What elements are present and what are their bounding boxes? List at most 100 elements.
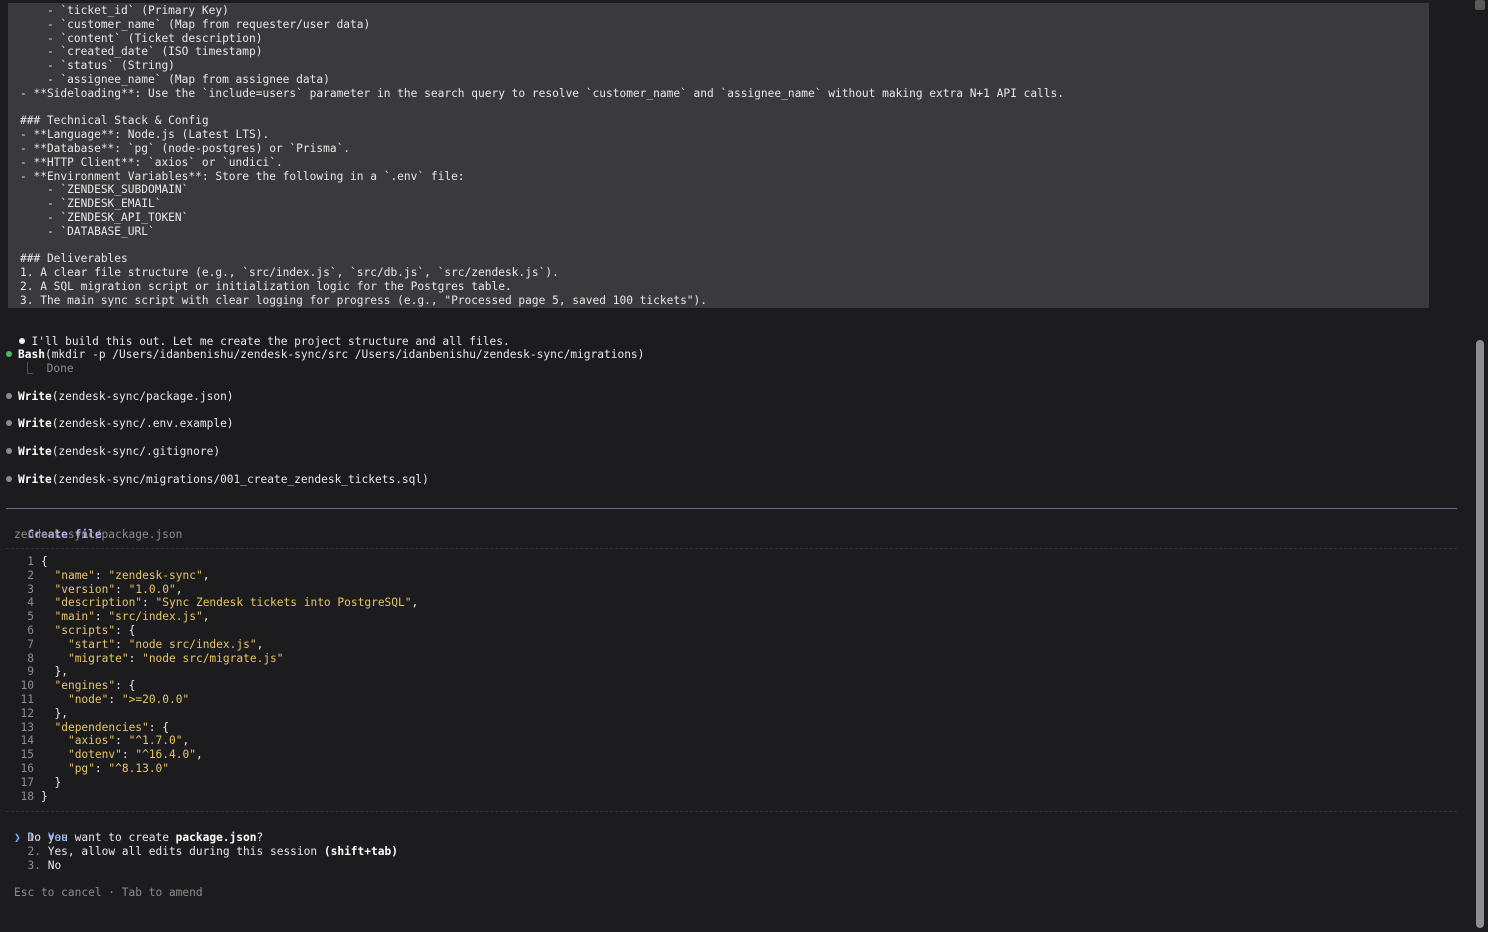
line-number: 8 xyxy=(27,651,34,665)
prompt-line: ### Deliverables xyxy=(20,252,128,266)
tool-args: (zendesk-sync/package.json) xyxy=(51,390,234,403)
tool-args: (zendesk-sync/.gitignore) xyxy=(51,445,221,458)
tool-call-write: Write(zendesk-sync/migrations/001_create… xyxy=(6,473,429,487)
line-number: 16 xyxy=(20,762,34,775)
status-dot-icon xyxy=(6,393,12,399)
prompt-line: - `ZENDESK_API_TOKEN` xyxy=(20,211,189,224)
create-file-path: zendesk-sync/package.json xyxy=(14,528,183,541)
prompt-line: - `ZENDESK_EMAIL` xyxy=(20,197,162,211)
tool-call-write: Write(zendesk-sync/.env.example) xyxy=(6,417,234,431)
code-line: 17 } xyxy=(14,775,62,790)
status-dot-icon xyxy=(6,351,12,357)
choice-number: 1. xyxy=(27,831,48,844)
line-number: 6 xyxy=(27,624,34,637)
choice-marker xyxy=(14,859,27,872)
code-line: 6 "scripts": { xyxy=(14,624,135,638)
code-line: 3 "version": "1.0.0", xyxy=(14,582,182,597)
code-line: 16 "pg": "^8.13.0" xyxy=(14,762,170,776)
line-number: 2 xyxy=(27,568,34,582)
code-line: 14 "axios": "^1.7.0", xyxy=(14,734,190,748)
scrollbar-thumb[interactable] xyxy=(1476,340,1484,928)
line-number: 4 xyxy=(27,596,34,610)
prompt-line: - `assignee_name` (Map from assignee dat… xyxy=(20,73,330,86)
tool-args: (mkdir -p /Users/idanbenishu/zendesk-syn… xyxy=(44,348,645,361)
status-dot-icon xyxy=(6,420,12,426)
choice-2[interactable]: 2. Yes, allow all edits during this sess… xyxy=(14,844,398,859)
code-divider-top xyxy=(6,548,1457,550)
tool-args: (zendesk-sync/.env.example) xyxy=(51,417,234,430)
prompt-line: 3. The main sync script with clear loggi… xyxy=(20,293,708,307)
prompt-line: - `customer_name` (Map from requester/us… xyxy=(20,17,371,31)
footer-hint: Esc to cancel · Tab to amend xyxy=(14,886,203,899)
scrollbar-track[interactable] xyxy=(1474,0,1488,932)
prompt-line: - `ticket_id` (Primary Key) xyxy=(20,4,229,17)
prompt-line: - **Database**: `pg` (node-postgres) or … xyxy=(20,142,351,155)
code-line: 12 }, xyxy=(14,707,68,721)
choice-3[interactable]: 3. No xyxy=(14,859,61,873)
scrollbar-up-button[interactable] xyxy=(1475,0,1485,10)
status-dot-icon xyxy=(6,448,12,454)
prompt-line: - **Environment Variables**: Store the f… xyxy=(20,169,465,183)
line-number: 1 xyxy=(27,555,34,568)
code-line: 8 "migrate": "node src/migrate.js" xyxy=(14,651,283,666)
line-number: 14 xyxy=(20,734,34,748)
line-number: 3 xyxy=(27,582,34,596)
choice-marker xyxy=(14,845,27,858)
assistant-message: I'll build this out. Let me create the p… xyxy=(6,321,510,348)
code-line: 10 "engines": { xyxy=(14,679,136,693)
prompt-line: 1. A clear file structure (e.g., `src/in… xyxy=(20,266,559,280)
prompt-line: - `status` (String) xyxy=(20,59,175,73)
choice-number: 2. xyxy=(27,844,48,858)
line-number: 13 xyxy=(20,720,34,734)
prompt-line: - `ZENDESK_SUBDOMAIN` xyxy=(20,183,189,197)
code-line: 11 "node": ">=20.0.0" xyxy=(14,693,190,707)
line-number: 5 xyxy=(27,610,34,624)
code-line: 1{ xyxy=(14,555,48,569)
tool-name: Write xyxy=(18,445,52,458)
prompt-line: ### Technical Stack & Config xyxy=(20,114,209,128)
tool-name: Write xyxy=(18,473,52,486)
line-number: 17 xyxy=(20,775,34,789)
line-number: 18 xyxy=(20,789,34,803)
permission-question: Do you want to create package.json? xyxy=(27,831,264,844)
choice-1[interactable]: ❯ 1. Yes xyxy=(14,831,68,845)
code-line: 2 "name": "zendesk-sync", xyxy=(14,569,209,583)
code-line: 7 "start": "node src/index.js", xyxy=(14,638,263,652)
section-divider xyxy=(6,508,1457,509)
line-number: 9 xyxy=(27,665,34,679)
tool-name: Write xyxy=(18,390,52,403)
tool-call-bash: Bash(mkdir -p /Users/idanbenishu/zendesk… xyxy=(6,348,644,362)
prompt-line: - **Language**: Node.js (Latest LTS). xyxy=(20,128,270,142)
code-line: 4 "description": "Sync Zendesk tickets i… xyxy=(14,596,418,610)
choice-number: 3. xyxy=(27,858,48,872)
line-number: 10 xyxy=(20,679,34,693)
prompt-line: 2. A SQL migration script or initializat… xyxy=(20,280,512,293)
choice-label: Yes, allow all edits during this session xyxy=(47,844,324,858)
tool-call-write: Write(zendesk-sync/package.json) xyxy=(6,390,234,404)
create-file-title: Create file xyxy=(27,528,102,541)
tool-name: Bash xyxy=(18,348,45,361)
line-number: 11 xyxy=(20,693,34,706)
selection-caret-icon: ❯ xyxy=(14,831,28,844)
message-bullet-icon xyxy=(19,338,26,344)
code-line: 15 "dotenv": "^16.4.0", xyxy=(14,748,203,762)
tool-args: (zendesk-sync/migrations/001_create_zend… xyxy=(51,473,429,486)
tool-name: Write xyxy=(18,417,52,430)
code-line: 18} xyxy=(14,790,48,804)
status-dot-icon xyxy=(6,476,12,482)
tool-call-write: Write(zendesk-sync/.gitignore) xyxy=(6,445,220,459)
prompt-line: - `created_date` (ISO timestamp) xyxy=(20,45,263,59)
choice-label: Yes xyxy=(47,831,68,844)
line-number: 12 xyxy=(20,706,34,720)
code-line: 9 }, xyxy=(14,665,68,679)
line-number: 7 xyxy=(27,637,34,651)
code-divider-bottom xyxy=(6,811,1457,813)
prompt-line: - **HTTP Client**: `axios` or `undici`. xyxy=(20,155,283,169)
prompt-line: - `content` (Ticket description) xyxy=(20,31,263,45)
code-line: 13 "dependencies": { xyxy=(14,720,170,735)
prompt-line: - **Sideloading**: Use the `include=user… xyxy=(20,86,1064,100)
tool-result: ⎿ Done xyxy=(22,362,74,375)
choice-shortcut: (shift+tab) xyxy=(323,844,398,858)
choice-label: No xyxy=(47,858,62,872)
line-number: 15 xyxy=(20,748,34,762)
